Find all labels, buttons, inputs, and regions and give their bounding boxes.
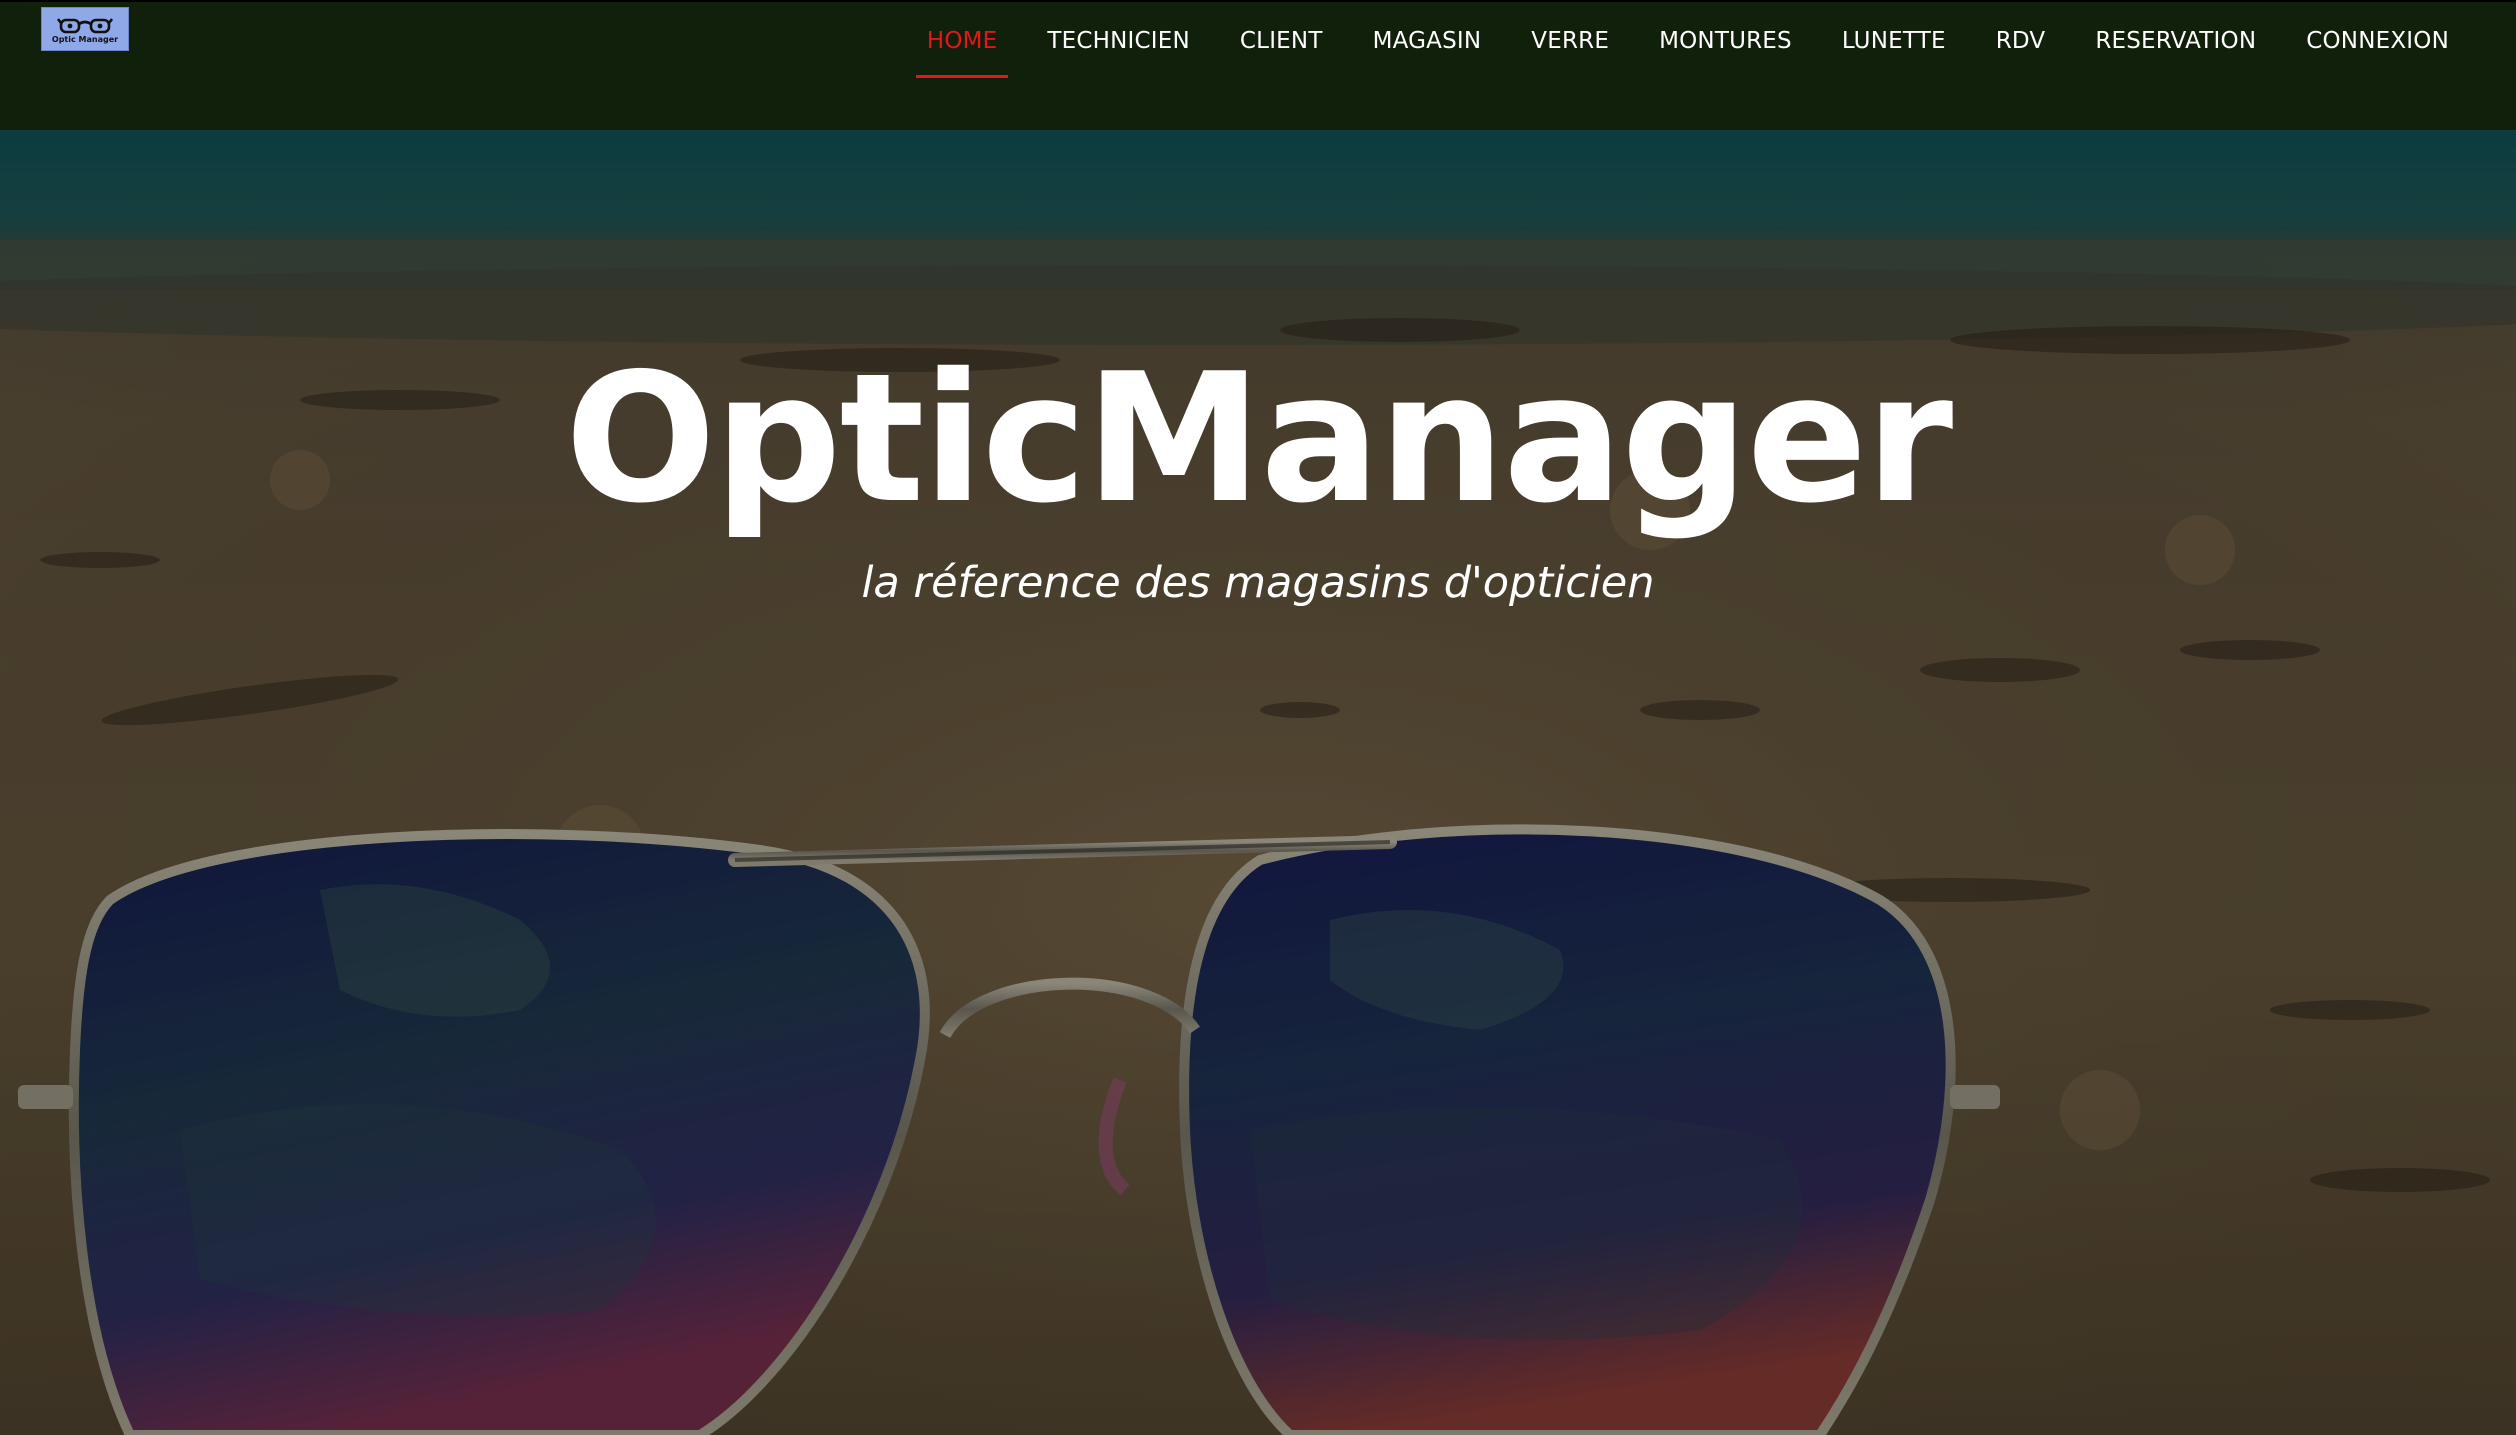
hero-subtitle: la réference des magasins d'opticien xyxy=(861,558,1655,608)
nav-link-connexion[interactable]: CONNEXION xyxy=(2306,28,2449,54)
nav-item-connexion[interactable]: CONNEXION xyxy=(2281,2,2474,82)
brand-logo-text: Optic Manager xyxy=(51,34,119,44)
nav-link-home[interactable]: HOME xyxy=(927,28,998,54)
nav-item-client[interactable]: CLIENT xyxy=(1215,2,1348,82)
nav-item-home[interactable]: HOME xyxy=(902,2,1023,82)
nav-link-lunette[interactable]: LUNETTE xyxy=(1842,28,1946,54)
brand-logo[interactable]: Optic Manager xyxy=(41,7,129,51)
hero-title: OpticManager xyxy=(564,335,1953,542)
main-nav: HOME TECHNICIEN CLIENT MAGASIN VERRE MON… xyxy=(902,2,2474,82)
nav-link-client[interactable]: CLIENT xyxy=(1240,28,1323,54)
hero-section: OpticManager la réference des magasins d… xyxy=(0,130,2516,1435)
nav-item-technicien[interactable]: TECHNICIEN xyxy=(1022,2,1215,82)
nav-link-rdv[interactable]: RDV xyxy=(1996,28,2046,54)
nav-link-magasin[interactable]: MAGASIN xyxy=(1373,28,1482,54)
nav-item-magasin[interactable]: MAGASIN xyxy=(1348,2,1507,82)
nav-item-reservation[interactable]: RESERVATION xyxy=(2070,2,2281,82)
page: Optic Manager HOME TECHNICIEN CLIENT MAG… xyxy=(0,0,2516,1435)
nav-link-verre[interactable]: VERRE xyxy=(1531,28,1609,54)
nav-link-reservation[interactable]: RESERVATION xyxy=(2095,28,2256,54)
nav-item-lunette[interactable]: LUNETTE xyxy=(1817,2,1971,82)
nav-item-montures[interactable]: MONTURES xyxy=(1634,2,1817,82)
nav-item-rdv[interactable]: RDV xyxy=(1971,2,2071,82)
sunglasses-on-sand-image xyxy=(0,130,2516,1435)
nav-item-verre[interactable]: VERRE xyxy=(1506,2,1634,82)
nav-link-montures[interactable]: MONTURES xyxy=(1659,28,1792,54)
navbar: Optic Manager HOME TECHNICIEN CLIENT MAG… xyxy=(0,0,2516,130)
nav-link-technicien[interactable]: TECHNICIEN xyxy=(1047,28,1190,54)
glasses-icon xyxy=(57,17,113,33)
